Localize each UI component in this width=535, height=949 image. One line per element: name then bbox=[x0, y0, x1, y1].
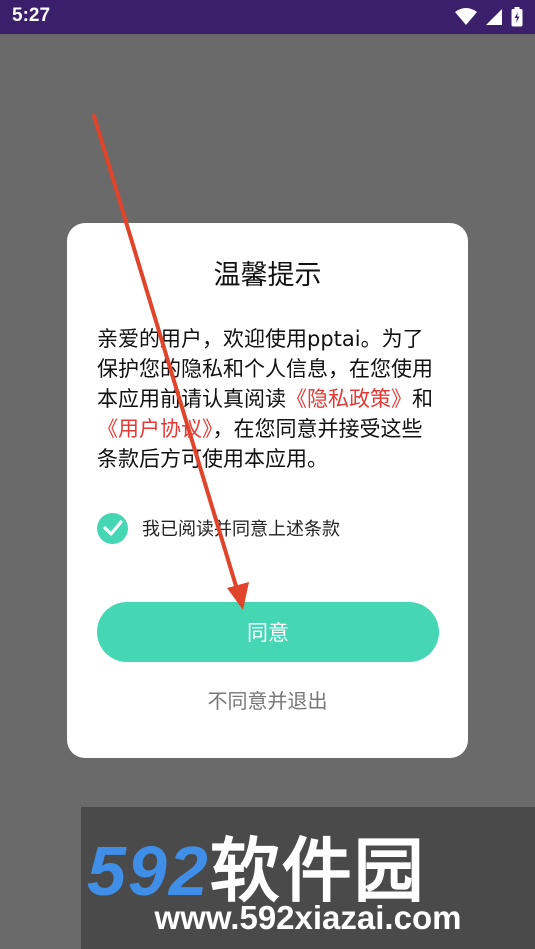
watermark-url: www.592xiazai.com bbox=[154, 899, 462, 936]
arrow-shaft bbox=[92, 114, 241, 598]
arrow-head bbox=[227, 582, 249, 610]
watermark-banner: 592软件园 www.592xiazai.com bbox=[81, 807, 535, 949]
